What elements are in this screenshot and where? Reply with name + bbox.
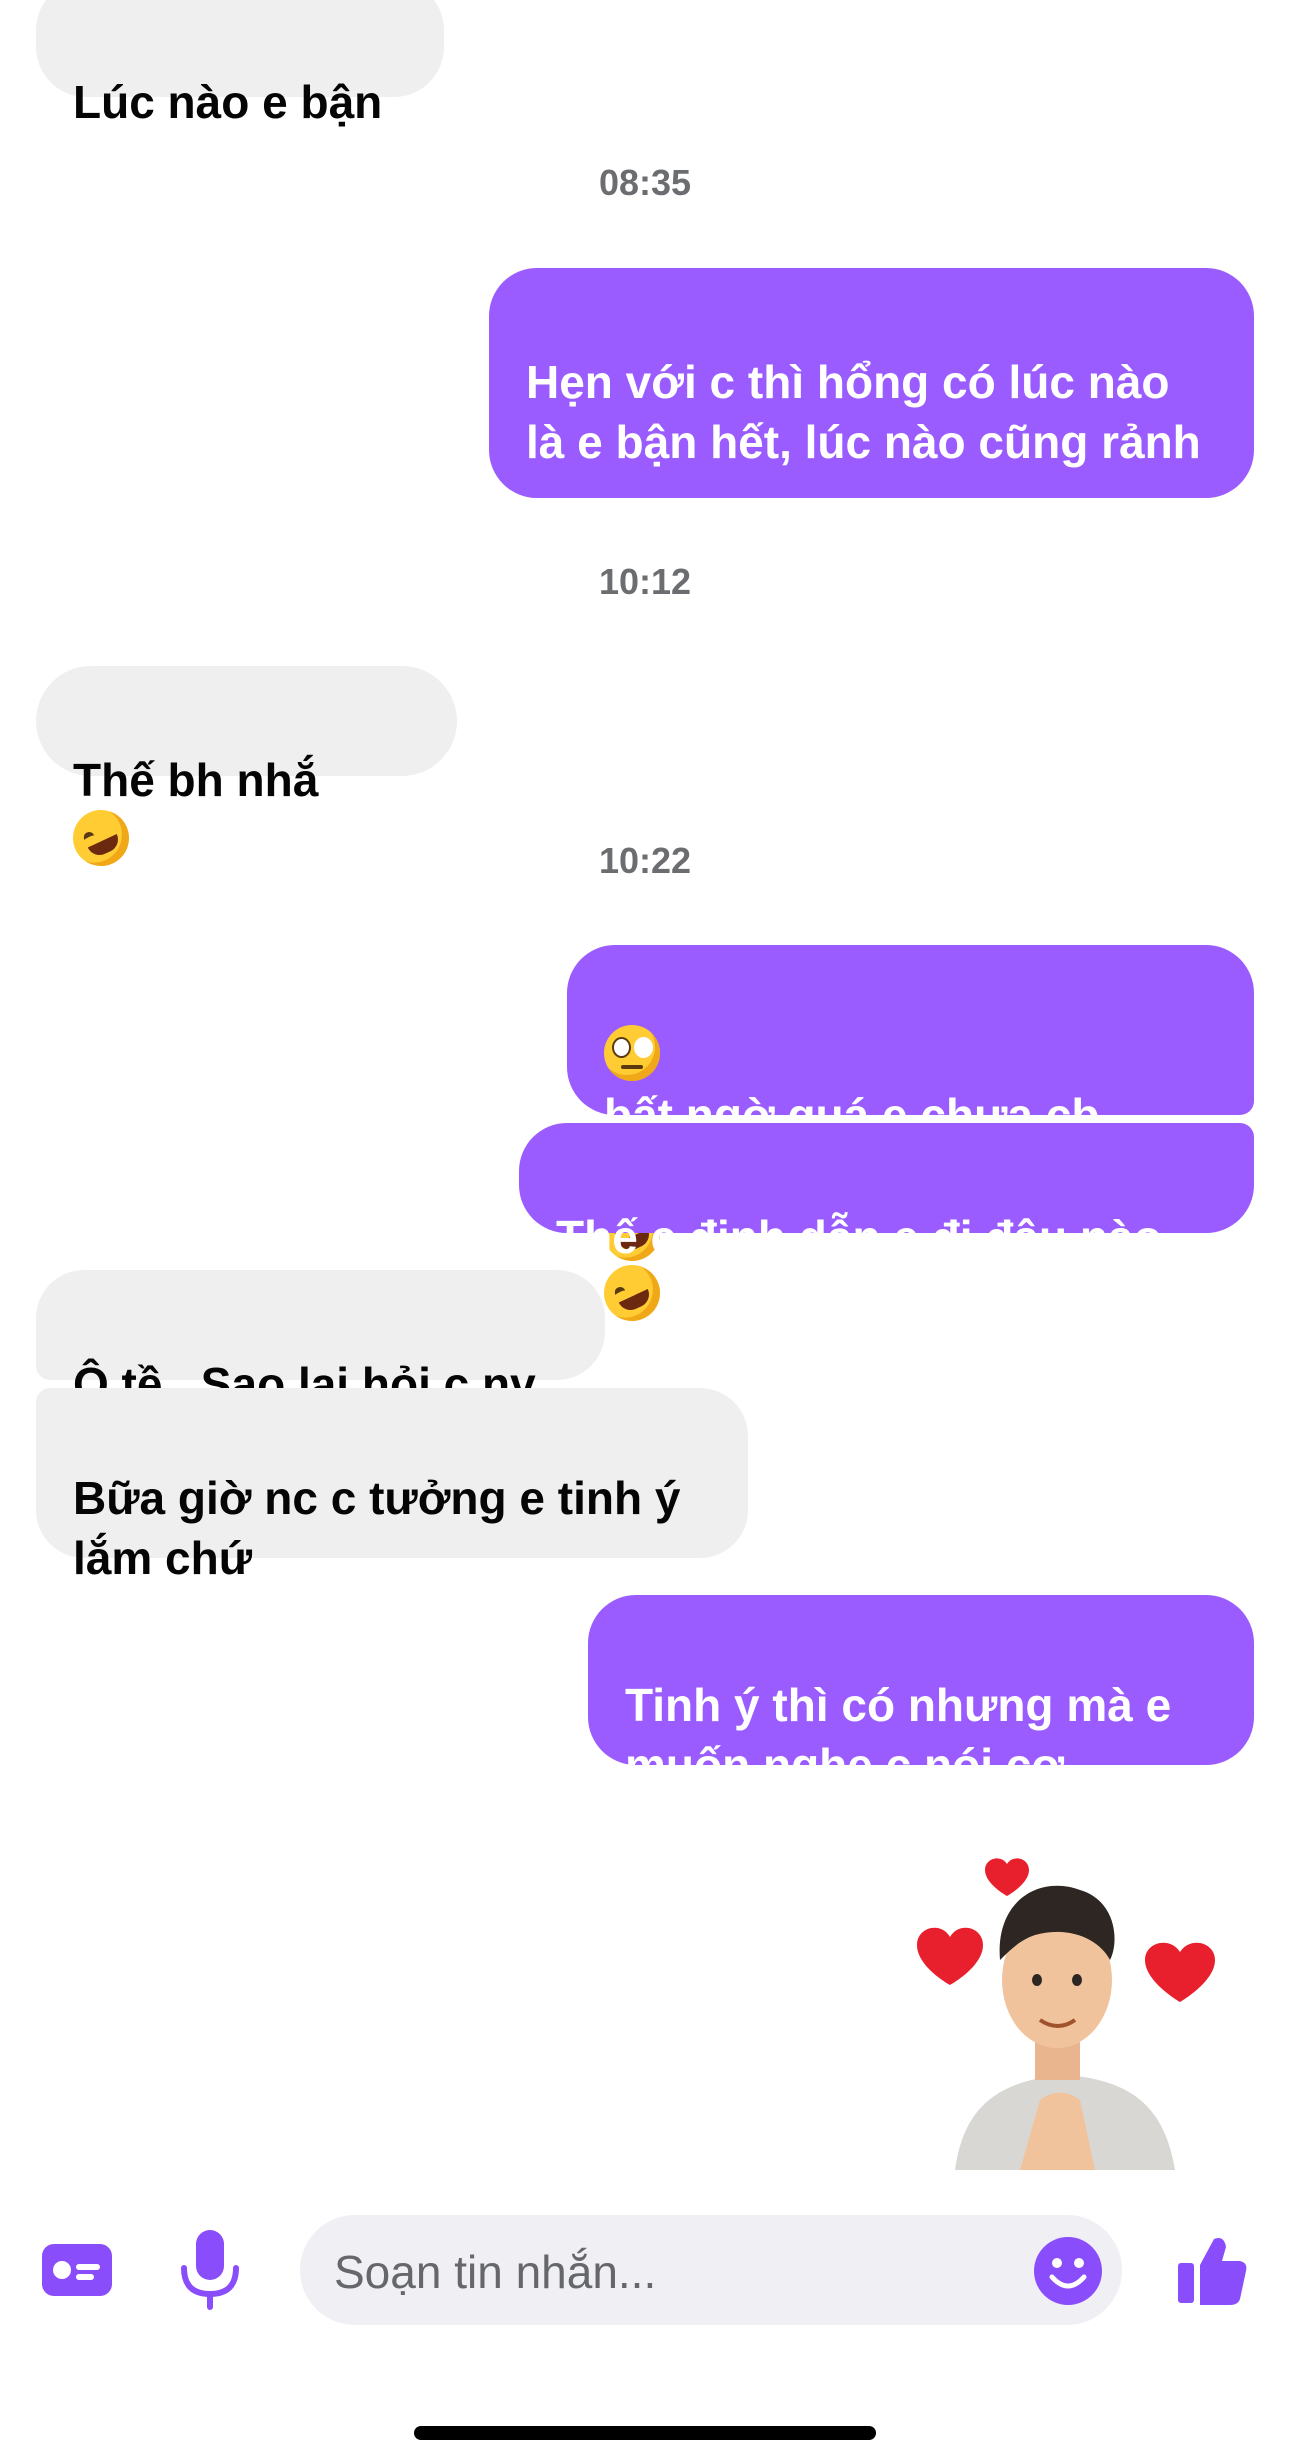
heart-icon: [917, 1927, 983, 1985]
timestamp: 10:22: [598, 840, 692, 881]
avatar-heart-sticker[interactable]: [905, 1840, 1235, 2170]
message-text: Thế c định dẫn e đi đâu nào: [556, 1211, 1162, 1263]
message-text: Thế bh nhắ: [73, 754, 319, 806]
message-bubble-outgoing[interactable]: bất ngờ quá e chưa cb được gì cả: [567, 945, 1254, 1331]
face-with-rolling-eyes-emoji-icon: [604, 1025, 660, 1081]
emoji-icon[interactable]: [1032, 2235, 1104, 2307]
message-bubble-incoming[interactable]: Lúc nào e bận: [36, 0, 444, 128]
message-bubble-outgoing[interactable]: Thế c định dẫn e đi đâu nào: [519, 1123, 1254, 1263]
timestamp: 08:35: [598, 162, 692, 203]
message-text: Tinh ý thì có nhưng mà e muốn nghe c nói…: [625, 1679, 1172, 1791]
contact-card-icon[interactable]: [40, 2238, 114, 2302]
heart-icon: [985, 1858, 1029, 1896]
message-bubble-incoming[interactable]: Thế bh nhắ: [36, 666, 457, 876]
message-text: Lúc nào e bận: [73, 76, 383, 128]
message-bubble-incoming[interactable]: Bữa giờ nc c tưởng e tinh ý lắm chứ: [36, 1388, 748, 1584]
message-bubble-outgoing[interactable]: Tinh ý thì có nhưng mà e muốn nghe c nói…: [588, 1595, 1254, 1791]
microphone-icon[interactable]: [178, 2228, 242, 2312]
heart-icon: [1145, 1942, 1215, 2002]
message-input[interactable]: Soạn tin nhắn...: [300, 2215, 1122, 2325]
message-bubble-incoming[interactable]: Ô tề . Sao lại hỏi c nv: [36, 1270, 605, 1410]
message-input-placeholder: Soạn tin nhắn...: [334, 2246, 657, 2298]
home-indicator: [414, 2426, 876, 2440]
message-text: Hẹn với c thì hổng có lúc nào là e bận h…: [526, 356, 1201, 468]
message-text: Bữa giờ nc c tưởng e tinh ý lắm chứ: [73, 1472, 681, 1584]
message-bubble-outgoing[interactable]: Hẹn với c thì hổng có lúc nào là e bận h…: [489, 268, 1254, 498]
timestamp: 10:12: [598, 561, 692, 602]
thumbs-up-icon[interactable]: [1176, 2233, 1250, 2307]
